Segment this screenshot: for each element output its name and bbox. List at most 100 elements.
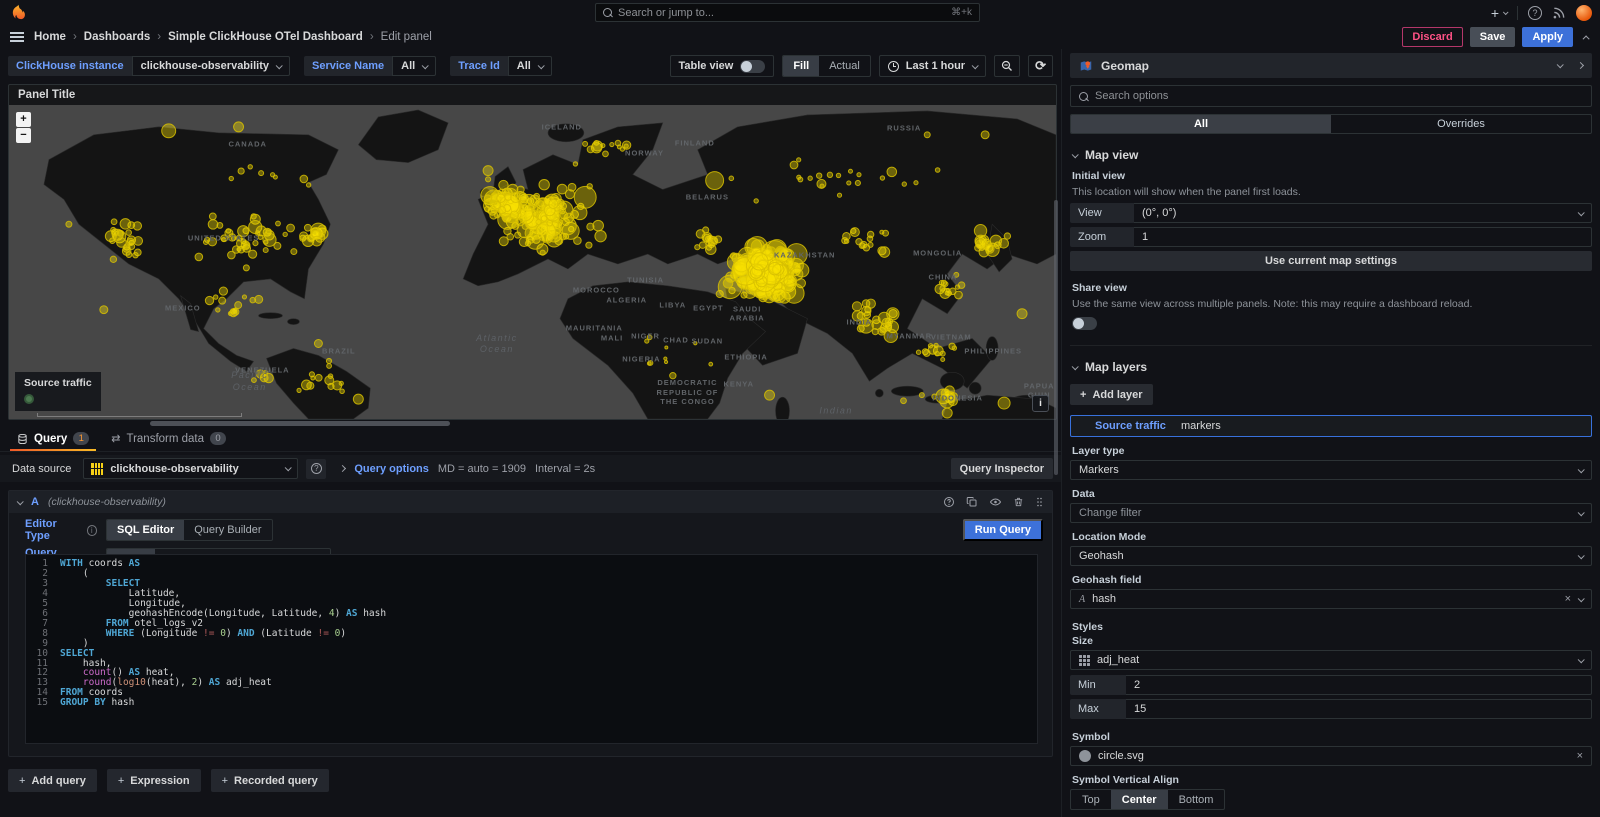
expression-button[interactable]: +Expression <box>107 769 201 792</box>
map-marker <box>235 302 242 309</box>
breadcrumb-item[interactable]: Home <box>34 31 66 43</box>
data-select[interactable]: Change filter <box>1070 503 1592 523</box>
tab-query[interactable]: Query 1 <box>8 432 98 451</box>
options-search[interactable] <box>1070 85 1592 107</box>
add-query-button[interactable]: +Add query <box>8 769 97 792</box>
segment-option[interactable]: SQL Editor <box>107 520 184 540</box>
location-mode-select[interactable]: Geohash <box>1070 546 1592 566</box>
variable-value-dropdown[interactable]: All <box>508 56 552 76</box>
clear-field-icon[interactable]: × <box>1565 593 1571 605</box>
run-query-button[interactable]: Run Query <box>963 519 1043 541</box>
viz-picker-chevron-icon[interactable] <box>1557 61 1564 68</box>
map-marker <box>205 296 213 304</box>
add-layer-button[interactable]: +Add layer <box>1070 384 1153 405</box>
visualization-picker[interactable]: Geomap <box>1070 53 1592 78</box>
segment-option[interactable]: Bottom <box>1168 790 1225 809</box>
section-map-layers[interactable]: Map layers <box>1072 360 1592 374</box>
size-field-select[interactable]: adj_heat <box>1070 650 1592 670</box>
map-marker <box>935 351 940 356</box>
refresh-button[interactable]: ⟳ <box>1028 55 1053 77</box>
map-marker <box>300 232 308 240</box>
grafana-logo-icon[interactable] <box>10 4 27 21</box>
map-zoom-in-button[interactable]: + <box>16 112 31 127</box>
geomap-panel[interactable]: Panel Title <box>8 84 1057 420</box>
variable-value-dropdown[interactable]: clickhouse-observability <box>132 56 290 76</box>
user-avatar[interactable] <box>1576 5 1592 21</box>
menu-toggle-icon[interactable] <box>10 32 24 42</box>
save-button[interactable]: Save <box>1470 27 1516 47</box>
section-map-view[interactable]: Map view <box>1072 148 1592 162</box>
zoom-out-button[interactable] <box>994 55 1020 77</box>
breadcrumb-item[interactable]: Dashboards <box>84 31 150 43</box>
query-help-icon[interactable] <box>943 496 955 508</box>
drag-handle-icon[interactable] <box>1035 496 1044 508</box>
map-marker <box>328 374 333 379</box>
table-view-switch[interactable] <box>740 60 765 73</box>
actual-option[interactable]: Actual <box>819 56 870 76</box>
options-tabs[interactable]: AllOverrides <box>1070 114 1592 134</box>
sql-editor[interactable]: 1WITH coords AS2 (3 SELECT4 Latitude,5 L… <box>25 554 1038 744</box>
fill-actual-segment[interactable]: Fill Actual <box>782 55 870 77</box>
global-search[interactable]: ⌘+k <box>595 3 980 22</box>
variable-label: Service Name <box>304 56 392 76</box>
editor-type-segment[interactable]: SQL EditorQuery Builder <box>106 519 273 541</box>
breadcrumb-separator: › <box>370 31 374 43</box>
recorded-query-button[interactable]: +Recorded query <box>211 769 329 792</box>
variable-value-dropdown[interactable]: All <box>392 56 436 76</box>
segment-option[interactable]: All <box>1071 115 1331 133</box>
map-marker <box>867 231 873 237</box>
delete-query-icon[interactable] <box>1013 496 1024 508</box>
map-marker <box>784 275 797 288</box>
horizontal-scrollbar-thumb[interactable] <box>150 421 450 426</box>
segment-option[interactable]: Top <box>1071 790 1111 809</box>
share-view-toggle[interactable] <box>1072 317 1097 330</box>
collapse-pane-icon[interactable] <box>1577 62 1584 69</box>
collapse-header-icon[interactable] <box>1583 35 1590 42</box>
options-search-input[interactable] <box>1095 90 1583 102</box>
query-options-button[interactable]: Query options <box>354 463 429 475</box>
fill-option[interactable]: Fill <box>783 56 819 76</box>
news-icon[interactable] <box>1552 6 1566 20</box>
layer-type-select[interactable]: Markers <box>1070 460 1592 480</box>
symbol-v-align-segment[interactable]: TopCenterBottom <box>1070 789 1225 810</box>
segment-option[interactable]: Query Builder <box>184 520 271 540</box>
breadcrumb-item[interactable]: Simple ClickHouse OTel Dashboard <box>168 31 363 43</box>
breadcrumb-separator: › <box>157 31 161 43</box>
duplicate-query-icon[interactable] <box>966 496 978 508</box>
time-range-picker[interactable]: Last 1 hour <box>879 55 986 77</box>
map-marker <box>941 357 945 361</box>
search-input[interactable] <box>618 7 945 19</box>
use-current-map-settings-button[interactable]: Use current map settings <box>1070 251 1592 271</box>
clear-symbol-icon[interactable]: × <box>1577 750 1583 762</box>
new-menu-button[interactable]: + <box>1491 5 1507 21</box>
map-zoom-out-button[interactable]: − <box>16 128 31 143</box>
help-icon[interactable]: ? <box>1528 6 1542 20</box>
datasource-picker[interactable]: clickhouse-observability <box>83 458 298 479</box>
view-select[interactable]: (0°, 0°) <box>1134 203 1592 223</box>
hide-query-icon[interactable] <box>989 496 1002 508</box>
min-input[interactable]: 2 <box>1126 675 1592 695</box>
query-row-header[interactable]: A (clickhouse-observability) <box>9 491 1052 513</box>
geohash-field-select[interactable]: A hash × <box>1070 589 1592 609</box>
tab-transform-data[interactable]: ⇄ Transform data 0 <box>102 432 235 451</box>
variable-filter: ClickHouse instanceclickhouse-observabil… <box>8 56 290 76</box>
zoom-input[interactable]: 1 <box>1134 227 1592 247</box>
vertical-scrollbar-thumb[interactable] <box>1054 200 1058 475</box>
table-view-toggle[interactable]: Table view <box>670 55 775 77</box>
map-info-button[interactable]: i <box>1032 395 1049 412</box>
layer-row-source-traffic[interactable]: Source traffic markers <box>1070 415 1592 437</box>
max-input[interactable]: 15 <box>1126 699 1592 719</box>
map-canvas[interactable]: CANADARUSSIAUNITED STATESMEXICOBRAZILVEN… <box>9 105 1056 419</box>
map-marker <box>219 287 227 295</box>
apply-button[interactable]: Apply <box>1522 27 1573 47</box>
discard-button[interactable]: Discard <box>1402 27 1462 47</box>
segment-option[interactable]: Overrides <box>1331 115 1591 133</box>
segment-option[interactable]: Center <box>1111 790 1168 809</box>
map-marker <box>901 398 907 404</box>
query-collapse-icon[interactable] <box>17 498 24 505</box>
query-options-chevron-icon[interactable] <box>339 465 346 472</box>
min-label: Min <box>1070 675 1126 695</box>
query-inspector-button[interactable]: Query Inspector <box>951 458 1053 479</box>
datasource-help-button[interactable]: ? <box>306 459 326 479</box>
symbol-select[interactable]: circle.svg × <box>1070 746 1592 766</box>
